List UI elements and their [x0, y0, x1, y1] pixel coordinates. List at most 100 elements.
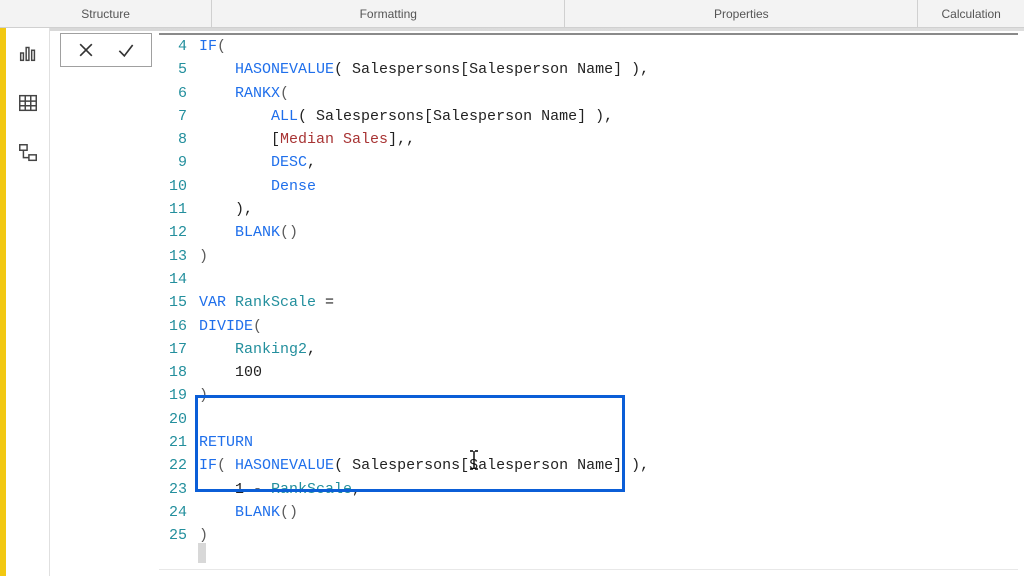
line-number: 20: [159, 408, 187, 431]
line-number: 19: [159, 384, 187, 407]
cancel-button[interactable]: [75, 39, 97, 61]
token: =: [316, 294, 334, 311]
code-line[interactable]: [Median Sales],,: [199, 128, 1018, 151]
tab-label: Formatting: [360, 7, 417, 21]
tab-divider: [6, 28, 1024, 31]
token: ): [199, 527, 208, 544]
token: RANKX: [235, 85, 280, 102]
code-line[interactable]: BLANK(): [199, 221, 1018, 244]
token: ),: [235, 201, 253, 218]
tab-label: Calculation: [941, 7, 1000, 21]
line-number: 8: [159, 128, 187, 151]
code-line[interactable]: VAR RankScale =: [199, 291, 1018, 314]
code-line[interactable]: ): [199, 245, 1018, 268]
token: ,: [307, 341, 316, 358]
token: ,: [352, 481, 361, 498]
line-number: 22: [159, 454, 187, 477]
tab-formatting[interactable]: Formatting: [212, 0, 565, 27]
line-number: 7: [159, 105, 187, 128]
token: BLANK: [235, 224, 280, 241]
token: HASONEVALUE: [235, 457, 334, 474]
token: ): [199, 387, 208, 404]
line-number: 24: [159, 501, 187, 524]
code-line[interactable]: ALL( Salespersons[Salesperson Name] ),: [199, 105, 1018, 128]
line-number: 10: [159, 175, 187, 198]
line-number: 21: [159, 431, 187, 454]
token: DESC: [271, 154, 307, 171]
token: [: [271, 131, 280, 148]
token: BLANK: [235, 504, 280, 521]
line-number: 14: [159, 268, 187, 291]
token: ( Salespersons[Salesperson Name] ),: [334, 457, 649, 474]
formula-bar-controls: [60, 33, 152, 67]
code-line[interactable]: Dense: [199, 175, 1018, 198]
token: (: [217, 457, 235, 474]
code-line[interactable]: [199, 268, 1018, 291]
token: ( Salespersons[Salesperson Name] ),: [298, 108, 613, 125]
code-line[interactable]: BLANK(): [199, 501, 1018, 524]
line-number: 18: [159, 361, 187, 384]
token: IF: [199, 38, 217, 55]
token: (: [217, 38, 226, 55]
code-area[interactable]: IF( HASONEVALUE( Salespersons[Salesperso…: [195, 35, 1018, 569]
line-number: 16: [159, 315, 187, 338]
data-view-icon[interactable]: [17, 92, 39, 114]
token: ],,: [388, 131, 415, 148]
commit-button[interactable]: [115, 39, 137, 61]
token: ,: [307, 154, 316, 171]
token: ): [199, 248, 208, 265]
token: (): [280, 224, 298, 241]
token: (: [253, 318, 262, 335]
token: (): [280, 504, 298, 521]
code-line[interactable]: RETURN: [199, 431, 1018, 454]
code-line[interactable]: IF(: [199, 35, 1018, 58]
token: Median Sales: [280, 131, 388, 148]
token: IF: [199, 457, 217, 474]
code-line[interactable]: [199, 408, 1018, 431]
tab-calculation[interactable]: Calculation: [918, 0, 1024, 27]
token: VAR: [199, 294, 226, 311]
code-line[interactable]: Ranking2,: [199, 338, 1018, 361]
token: HASONEVALUE: [235, 61, 334, 78]
line-number: 13: [159, 245, 187, 268]
line-number: 9: [159, 151, 187, 174]
token: 100: [235, 364, 262, 381]
code-line[interactable]: IF( HASONEVALUE( Salespersons[Salesperso…: [199, 454, 1018, 477]
line-number: 11: [159, 198, 187, 221]
line-number: 12: [159, 221, 187, 244]
token: Ranking2: [235, 341, 307, 358]
line-number: 17: [159, 338, 187, 361]
code-line[interactable]: ),: [199, 198, 1018, 221]
token: 1 -: [235, 481, 271, 498]
code-line[interactable]: ): [199, 524, 1018, 547]
report-view-icon[interactable]: [17, 42, 39, 64]
token: ALL: [271, 108, 298, 125]
model-view-icon[interactable]: [17, 142, 39, 164]
code-line[interactable]: HASONEVALUE( Salespersons[Salesperson Na…: [199, 58, 1018, 81]
code-line[interactable]: 100: [199, 361, 1018, 384]
tab-structure[interactable]: Structure: [0, 0, 212, 27]
line-number: 6: [159, 82, 187, 105]
token: RankScale: [235, 294, 316, 311]
report-pane-tabs: Structure Formatting Properties Calculat…: [0, 0, 1024, 28]
line-number: 23: [159, 478, 187, 501]
view-switcher-rail: [6, 28, 50, 576]
line-number: 25: [159, 524, 187, 547]
dax-editor[interactable]: 45678910111213141516171819202122232425 I…: [159, 33, 1018, 570]
token: ( Salespersons[Salesperson Name] ),: [334, 61, 649, 78]
tab-label: Structure: [81, 7, 130, 21]
line-number: 15: [159, 291, 187, 314]
code-line[interactable]: RANKX(: [199, 82, 1018, 105]
code-line[interactable]: 1 - RankScale,: [199, 478, 1018, 501]
token: DIVIDE: [199, 318, 253, 335]
line-number: 4: [159, 35, 187, 58]
line-number-gutter: 45678910111213141516171819202122232425: [159, 35, 195, 569]
token: [226, 294, 235, 311]
code-line[interactable]: DESC,: [199, 151, 1018, 174]
tab-label: Properties: [714, 7, 769, 21]
code-line[interactable]: DIVIDE(: [199, 315, 1018, 338]
tab-properties[interactable]: Properties: [565, 0, 918, 27]
code-line[interactable]: ): [199, 384, 1018, 407]
token: RETURN: [199, 434, 253, 451]
token: RankScale: [271, 481, 352, 498]
